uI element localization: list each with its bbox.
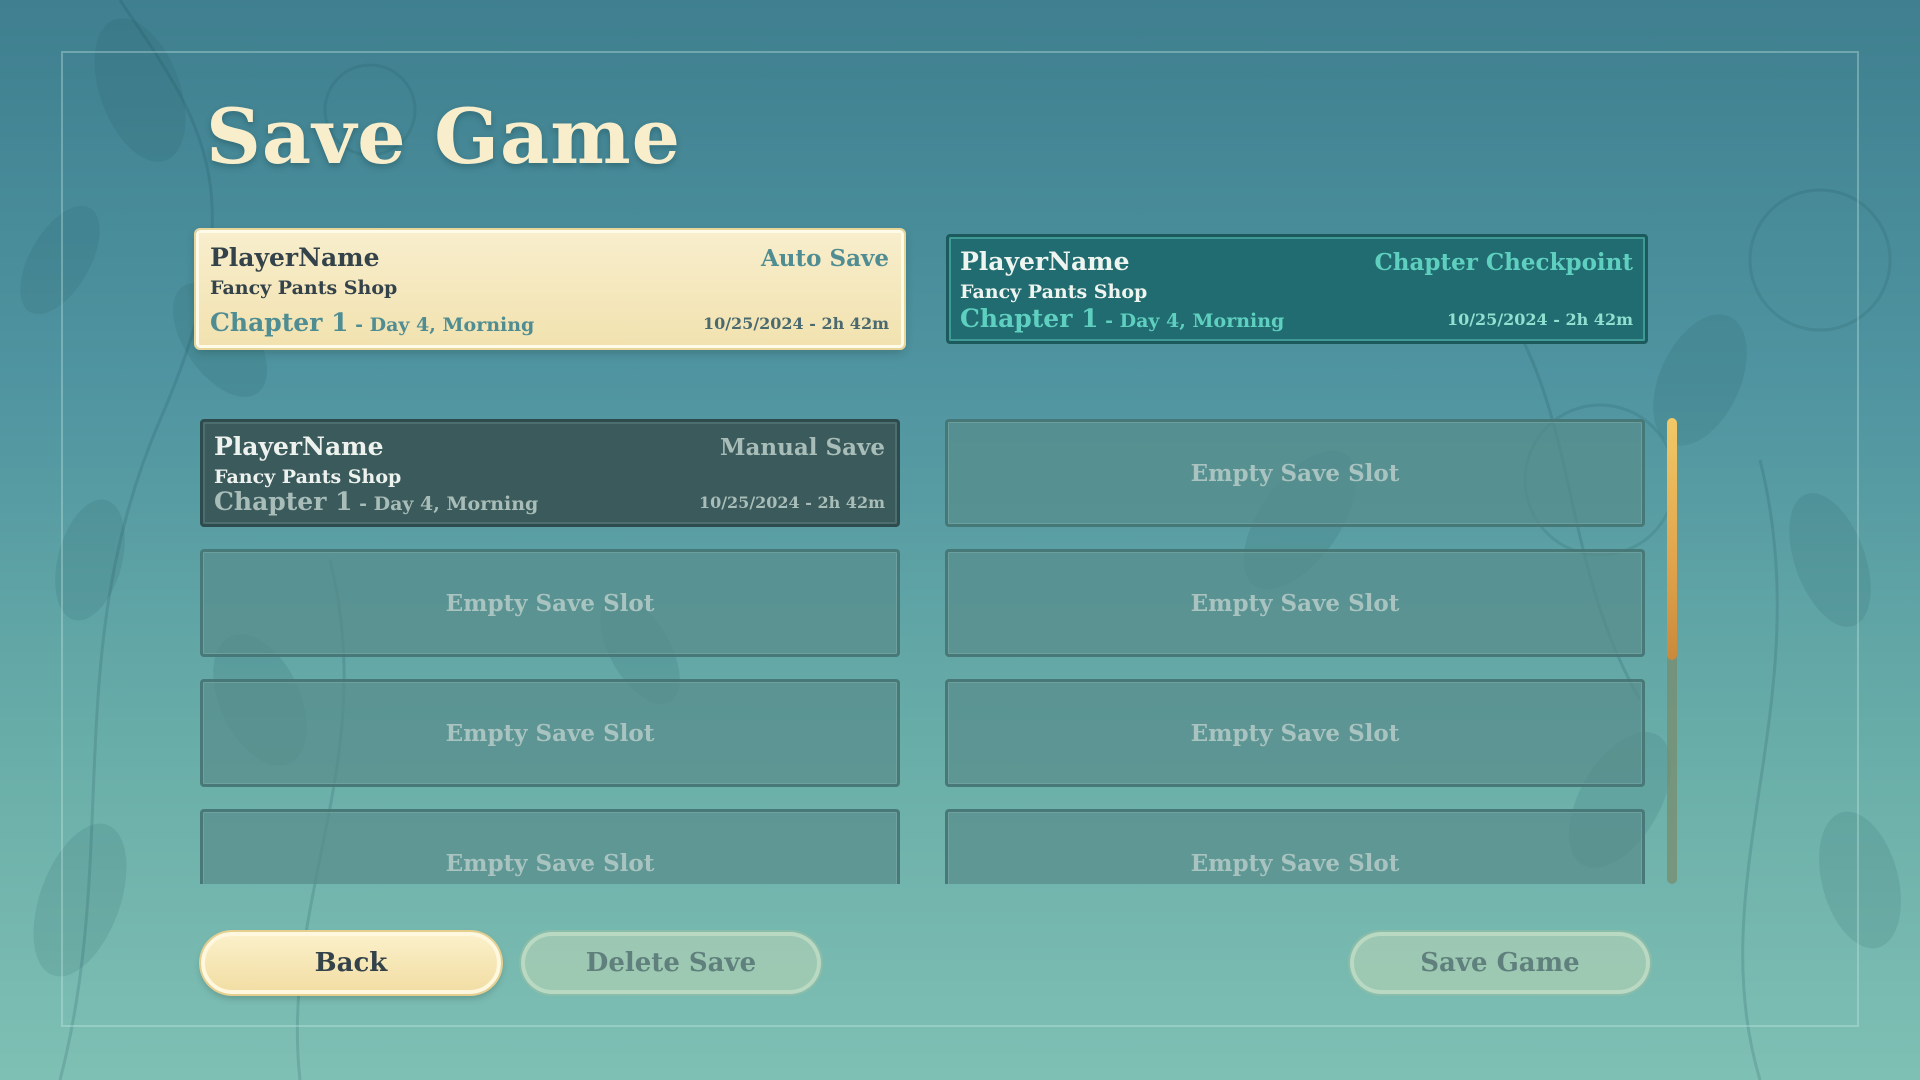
scrollbar-track[interactable]	[1667, 418, 1677, 884]
scrollbar-thumb[interactable]	[1667, 418, 1677, 660]
slot-save-type: Auto Save	[760, 245, 889, 272]
slot-location: Fancy Pants Shop	[210, 277, 398, 299]
empty-slot-label: Empty Save Slot	[1190, 589, 1400, 617]
slot-player-name: PlayerName	[210, 243, 380, 272]
empty-slot-label: Empty Save Slot	[1190, 459, 1400, 487]
back-button[interactable]: Back	[201, 932, 501, 994]
slot-location: Fancy Pants Shop	[214, 466, 402, 488]
empty-slot-label: Empty Save Slot	[445, 719, 655, 747]
empty-slot-label: Empty Save Slot	[445, 589, 655, 617]
slot-player-name: PlayerName	[960, 247, 1130, 276]
slot-timestamp: 10/25/2024 - 2h 42m	[698, 493, 885, 512]
slot-chapter-name: Chapter 1	[210, 308, 349, 337]
slot-save-type: Manual Save	[720, 434, 885, 461]
slot-chapter: Chapter 1 - Day 4, Morning	[214, 487, 538, 516]
slot-location: Fancy Pants Shop	[960, 281, 1148, 303]
page-title: Save Game	[206, 92, 682, 181]
save-slot-manual[interactable]: PlayerName Manual Save Fancy Pants Shop …	[200, 419, 900, 527]
slot-day: - Day 4, Morning	[352, 493, 539, 515]
slot-timestamp: 10/25/2024 - 2h 42m	[1446, 310, 1633, 329]
empty-save-slot[interactable]: Empty Save Slot	[945, 549, 1645, 657]
delete-save-button[interactable]: Delete Save	[521, 932, 821, 994]
save-slot-chapter-checkpoint[interactable]: PlayerName Chapter Checkpoint Fancy Pant…	[946, 234, 1648, 344]
empty-save-slot[interactable]: Empty Save Slot	[200, 679, 900, 787]
empty-save-slot[interactable]: Empty Save Slot	[200, 809, 900, 884]
slot-chapter-name: Chapter 1	[960, 304, 1099, 333]
save-slot-list[interactable]: PlayerName Manual Save Fancy Pants Shop …	[195, 414, 1655, 884]
empty-save-slot[interactable]: Empty Save Slot	[945, 809, 1645, 884]
save-slot-auto[interactable]: PlayerName Auto Save Fancy Pants Shop Ch…	[196, 230, 904, 348]
slot-chapter: Chapter 1 - Day 4, Morning	[210, 308, 534, 337]
empty-save-slot[interactable]: Empty Save Slot	[200, 549, 900, 657]
empty-slot-label: Empty Save Slot	[1190, 719, 1400, 747]
slot-day: - Day 4, Morning	[1098, 310, 1285, 332]
slot-chapter: Chapter 1 - Day 4, Morning	[960, 304, 1284, 333]
empty-save-slot[interactable]: Empty Save Slot	[945, 679, 1645, 787]
slot-chapter-name: Chapter 1	[214, 487, 353, 516]
slot-day: - Day 4, Morning	[348, 314, 535, 336]
empty-slot-label: Empty Save Slot	[1190, 849, 1400, 877]
slot-save-type: Chapter Checkpoint	[1374, 249, 1633, 276]
save-game-button[interactable]: Save Game	[1350, 932, 1650, 994]
slot-player-name: PlayerName	[214, 432, 384, 461]
slot-timestamp: 10/25/2024 - 2h 42m	[702, 314, 889, 333]
empty-slot-label: Empty Save Slot	[445, 849, 655, 877]
empty-save-slot[interactable]: Empty Save Slot	[945, 419, 1645, 527]
